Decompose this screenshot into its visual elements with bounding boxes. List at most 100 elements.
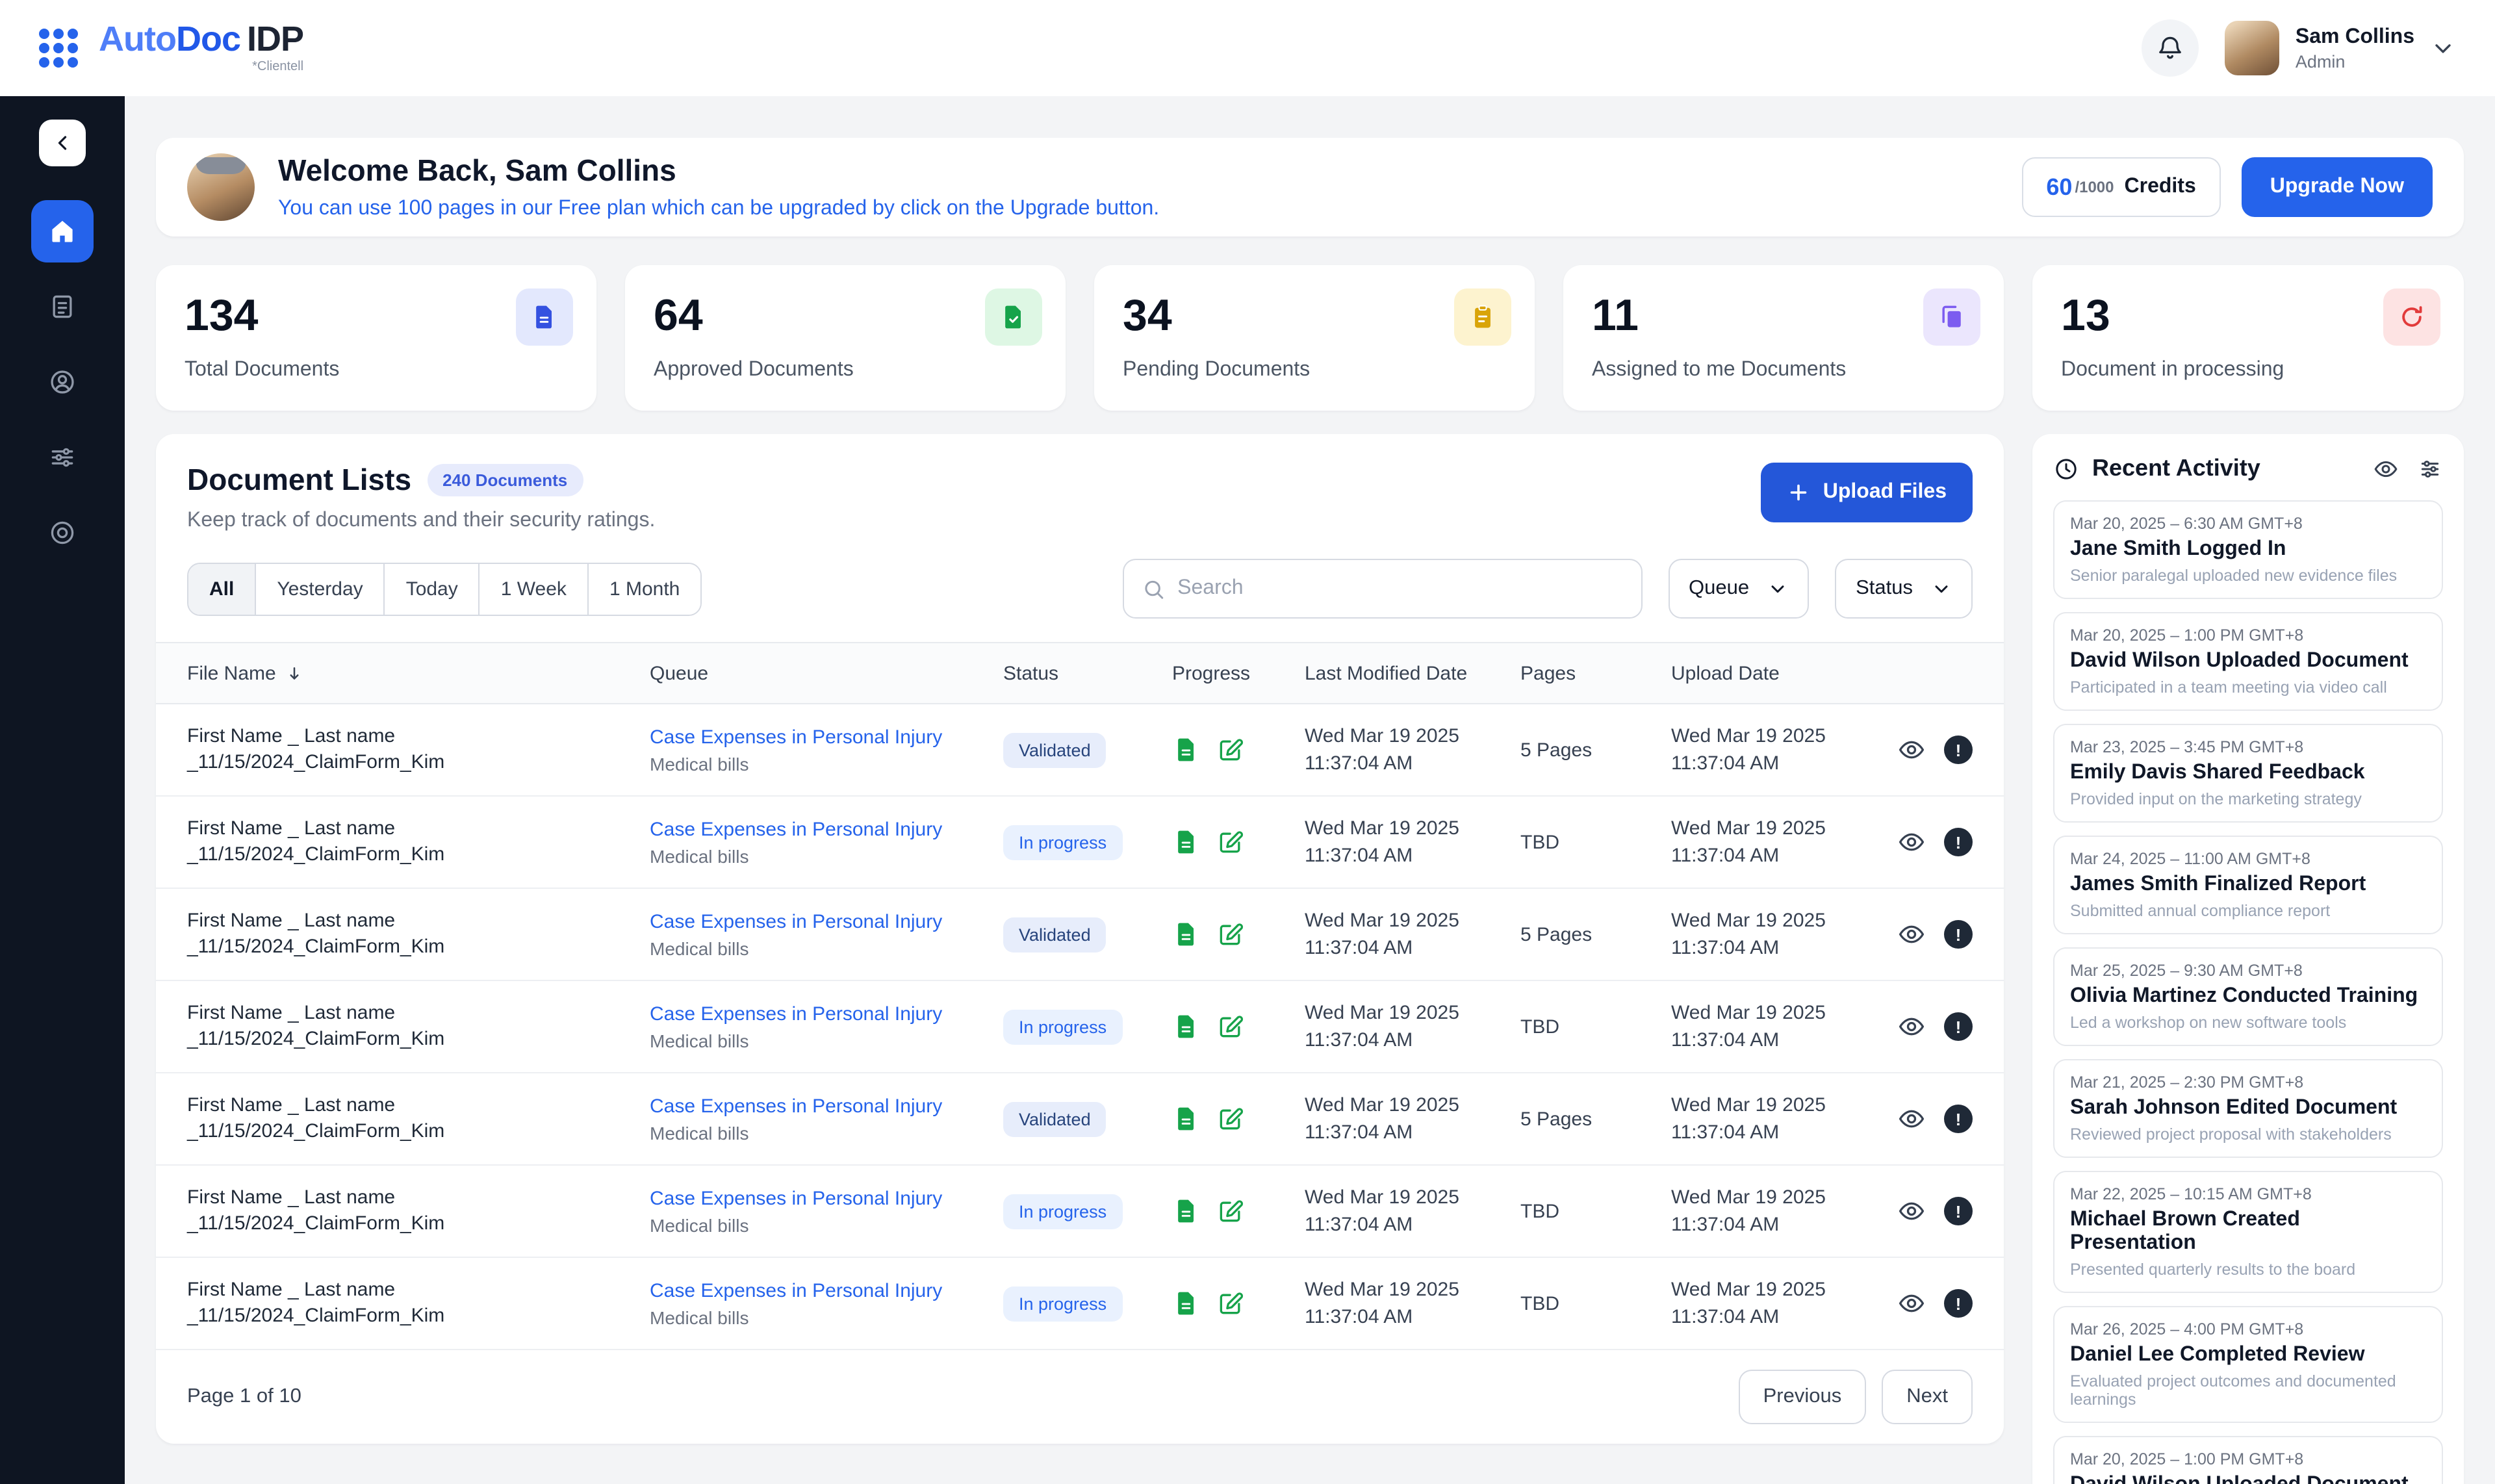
activity-item[interactable]: Mar 20, 2025 – 1:00 PM GMT+8 David Wilso… (2053, 1436, 2443, 1484)
activity-item[interactable]: Mar 20, 2025 – 6:30 AM GMT+8 Jane Smith … (2053, 500, 2443, 599)
queue-link[interactable]: Case Expenses in Personal Injury (650, 1279, 1003, 1301)
activity-item[interactable]: Mar 25, 2025 – 9:30 AM GMT+8 Olivia Mart… (2053, 947, 2443, 1046)
alert-button[interactable] (1944, 828, 1973, 856)
search-box (1122, 559, 1642, 619)
document-step-icon[interactable] (1172, 1105, 1201, 1133)
status-dropdown[interactable]: Status (1835, 559, 1973, 619)
column-queue[interactable]: Queue (650, 662, 1003, 684)
alert-button[interactable] (1944, 1105, 1973, 1133)
previous-page-button[interactable]: Previous (1739, 1370, 1867, 1424)
column-file-name[interactable]: File Name (187, 662, 650, 684)
sidebar-item-targets[interactable] (31, 502, 94, 564)
sidebar-nav (31, 200, 94, 564)
filter-1-week[interactable]: 1 Week (480, 563, 589, 614)
view-button[interactable] (1897, 1289, 1926, 1318)
file-name-line1: First Name _ Last name (187, 724, 650, 750)
table-row[interactable]: First Name _ Last name _11/15/2024_Claim… (156, 981, 2004, 1073)
top-bar-right: Sam Collins Admin (2142, 19, 2456, 77)
upload-date: Wed Mar 19 2025 (1671, 1092, 1892, 1119)
table-row[interactable]: First Name _ Last name _11/15/2024_Claim… (156, 797, 2004, 889)
document-step-icon[interactable] (1172, 736, 1201, 764)
sidebar-item-queues[interactable] (31, 426, 94, 489)
document-step-icon[interactable] (1172, 1197, 1201, 1225)
table-row[interactable]: First Name _ Last name _11/15/2024_Claim… (156, 704, 2004, 797)
edit-step-icon[interactable] (1216, 1197, 1245, 1225)
queue-link[interactable]: Case Expenses in Personal Injury (650, 818, 1003, 840)
sidebar-item-home[interactable] (31, 200, 94, 262)
file-name-line2: _11/15/2024_ClaimForm_Kim (187, 842, 650, 869)
status-badge: Validated (1003, 1101, 1107, 1136)
activity-item[interactable]: Mar 20, 2025 – 1:00 PM GMT+8 David Wilso… (2053, 612, 2443, 711)
edit-step-icon[interactable] (1216, 828, 1245, 856)
next-page-button[interactable]: Next (1882, 1370, 1973, 1424)
activity-description: Reviewed project proposal with stakehold… (2070, 1125, 2426, 1144)
status-badge: In progress (1003, 1286, 1122, 1321)
queue-link[interactable]: Case Expenses in Personal Injury (650, 910, 1003, 932)
activity-item[interactable]: Mar 26, 2025 – 4:00 PM GMT+8 Daniel Lee … (2053, 1306, 2443, 1423)
alert-button[interactable] (1944, 920, 1973, 949)
welcome-text: Welcome Back, Sam Collins You can use 10… (278, 153, 1159, 221)
column-last-modified[interactable]: Last Modified Date (1305, 662, 1520, 684)
upload-time: 11:37:04 AM (1671, 934, 1892, 962)
search-input[interactable] (1177, 577, 1622, 600)
activity-item[interactable]: Mar 23, 2025 – 3:45 PM GMT+8 Emily Davis… (2053, 724, 2443, 823)
stat-label: Pending Documents (1123, 359, 1506, 382)
view-button[interactable] (1897, 736, 1926, 764)
app-launcher-icon[interactable] (39, 29, 78, 68)
view-button[interactable] (1897, 1012, 1926, 1041)
file-name-line2: _11/15/2024_ClaimForm_Kim (187, 1303, 650, 1330)
upgrade-button[interactable]: Upgrade Now (2242, 157, 2433, 217)
table-row[interactable]: First Name _ Last name _11/15/2024_Claim… (156, 889, 2004, 981)
table-row[interactable]: First Name _ Last name _11/15/2024_Claim… (156, 1258, 2004, 1350)
progress-cell (1172, 828, 1305, 856)
activity-item[interactable]: Mar 21, 2025 – 2:30 PM GMT+8 Sarah Johns… (2053, 1059, 2443, 1158)
view-button[interactable] (1897, 828, 1926, 856)
edit-step-icon[interactable] (1216, 920, 1245, 949)
welcome-subtitle: You can use 100 pages in our Free plan w… (278, 198, 1159, 221)
upload-time: 11:37:04 AM (1671, 1211, 1892, 1238)
view-button[interactable] (1897, 920, 1926, 949)
sidebar-collapse-button[interactable] (39, 120, 86, 166)
progress-cell (1172, 1197, 1305, 1225)
view-button[interactable] (1897, 1105, 1926, 1133)
edit-step-icon[interactable] (1216, 736, 1245, 764)
filter-yesterday[interactable]: Yesterday (256, 563, 385, 614)
queue-link[interactable]: Case Expenses in Personal Injury (650, 1187, 1003, 1209)
queue-link[interactable]: Case Expenses in Personal Injury (650, 1003, 1003, 1025)
edit-step-icon[interactable] (1216, 1289, 1245, 1318)
document-step-icon[interactable] (1172, 1012, 1201, 1041)
document-step-icon[interactable] (1172, 1289, 1201, 1318)
filter-1-month[interactable]: 1 Month (589, 563, 700, 614)
filter-all[interactable]: All (188, 563, 256, 614)
alert-button[interactable] (1944, 1197, 1973, 1225)
edit-step-icon[interactable] (1216, 1105, 1245, 1133)
queue-link[interactable]: Case Expenses in Personal Injury (650, 1095, 1003, 1117)
table-row[interactable]: First Name _ Last name _11/15/2024_Claim… (156, 1073, 2004, 1166)
column-label: File Name (187, 662, 276, 684)
column-pages[interactable]: Pages (1520, 662, 1671, 684)
document-step-icon[interactable] (1172, 920, 1201, 949)
queue-link[interactable]: Case Expenses in Personal Injury (650, 726, 1003, 748)
sidebar-item-documents[interactable] (31, 275, 94, 338)
column-upload-date[interactable]: Upload Date (1671, 662, 1892, 684)
notifications-button[interactable] (2142, 19, 2199, 77)
alert-button[interactable] (1944, 1289, 1973, 1318)
user-menu[interactable]: Sam Collins Admin (2225, 21, 2456, 75)
recent-activity-card: Recent Activity Mar 20, 2025 – (2032, 434, 2464, 1484)
filter-today[interactable]: Today (385, 563, 480, 614)
alert-button[interactable] (1944, 736, 1973, 764)
upload-files-button[interactable]: Upload Files (1761, 463, 1973, 522)
view-button[interactable] (1897, 1197, 1926, 1225)
activity-item[interactable]: Mar 22, 2025 – 10:15 AM GMT+8 Michael Br… (2053, 1171, 2443, 1293)
sidebar-item-users[interactable] (31, 351, 94, 413)
table-row[interactable]: First Name _ Last name _11/15/2024_Claim… (156, 1166, 2004, 1258)
edit-step-icon[interactable] (1216, 1012, 1245, 1041)
activity-view-button[interactable] (2373, 455, 2399, 481)
column-progress[interactable]: Progress (1172, 662, 1305, 684)
queue-dropdown[interactable]: Queue (1668, 559, 1809, 619)
column-status[interactable]: Status (1003, 662, 1172, 684)
activity-filter-button[interactable] (2417, 455, 2443, 481)
activity-item[interactable]: Mar 24, 2025 – 11:00 AM GMT+8 James Smit… (2053, 836, 2443, 934)
document-step-icon[interactable] (1172, 828, 1201, 856)
alert-button[interactable] (1944, 1012, 1973, 1041)
